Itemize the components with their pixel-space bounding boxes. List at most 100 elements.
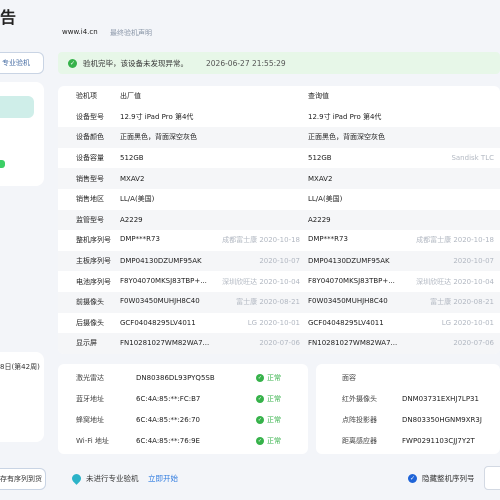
action-button[interactable] (484, 466, 500, 490)
factory-cell: 12.9寸 iPad Pro 第4代 (118, 107, 306, 128)
query-cell: 512GB Sandisk TLC (306, 148, 500, 169)
query-cell: FN10281027WM82WA7... 2020-07-06 (306, 333, 500, 354)
factory-cell: LL/A(美国) (118, 189, 306, 210)
table-row: 前摄像头 F0W03450MUHJH8C40 富士康 2020-08-21 F0W03… (58, 291, 500, 313)
factory-cell: F0W03450MUHJH8C40 富士康 2020-08-21 (118, 291, 306, 313)
table-row: 设备颜色 正面黑色，背面深空灰色 正面黑色，背面深空灰色 (58, 127, 500, 148)
header-query: 查询值 (308, 92, 329, 101)
query-cell-value: F8Y04070MKSJ83TBP+... (308, 276, 395, 285)
table-row: 监管型号 A2229 A2229 (58, 209, 500, 231)
pro-check-button[interactable]: 专业验机 (0, 52, 44, 74)
query-cell: F0W03450MUHJH8C40 富士康 2020-08-21 (306, 291, 500, 313)
row-label: 主板序列号 (58, 250, 118, 272)
sidebar-title: 告 (0, 8, 17, 27)
query-cell: 正面黑色，背面深空灰色 (306, 127, 500, 148)
query-cell: 12.9寸 iPad Pro 第4代 (306, 107, 500, 128)
factory-cell-note: 深圳欣旺达 2020-10-04 (222, 277, 300, 286)
query-cell-value: F0W03450MUHJH8C40 (308, 297, 388, 306)
query-cell-value: 正面黑色，背面深空灰色 (308, 133, 385, 142)
factory-cell: DMP***R73 成都富士康 2020-10-18 (118, 230, 306, 251)
row-label-value: 前摄像头 (76, 298, 104, 307)
statement-link[interactable]: 最终验机声明 (110, 28, 152, 38)
faceid-row-label: 红外摄像头 (342, 395, 377, 403)
location-pin-icon (70, 472, 83, 485)
query-cell: F8Y04070MKSJ83TBP+... 深圳欣旺达 2020-10-04 (306, 271, 500, 292)
row-label-value: 设备颜色 (76, 133, 104, 142)
network-row-value: 6C:4A:85:**:76:9E (136, 437, 200, 445)
factory-cell-value: GCF04048295LV4011 (120, 318, 196, 327)
header-factory: 出厂值 (120, 92, 141, 101)
banner-timestamp: 2026-06-27 21:55:29 (206, 58, 286, 68)
query-cell-note: 深圳欣旺达 2020-10-04 (416, 277, 494, 286)
query-cell-value: DMP***R73 (308, 235, 348, 244)
table-row: 销售型号 MXAV2 MXAV2 (58, 168, 500, 189)
comparison-table: 验机项 出厂值 查询值 设备型号 12.9寸 iPad Pro 第4代 12.9寸 … (58, 86, 500, 354)
sidebar-card (0, 82, 44, 186)
factory-cell: FN10281027WM82WA7... 2020-07-06 (118, 333, 306, 354)
row-label: 销售地区 (58, 189, 118, 210)
check-circle-icon: ✓ (256, 437, 264, 445)
row-label: 显示屏 (58, 333, 118, 354)
query-cell-note: 富士康 2020-08-21 (430, 298, 494, 307)
comparison-card: 验机项 出厂值 查询值 设备型号 12.9寸 iPad Pro 第4代 12.9寸 … (58, 86, 500, 354)
row-label: 销售型号 (58, 168, 118, 189)
status-normal-badge: ✓ 正常 (256, 410, 281, 430)
factory-cell: 512GB (118, 148, 306, 169)
table-row: 电池序列号 F8Y04070MKSJ83TBP+... 深圳欣旺达 2020-10-… (58, 271, 500, 292)
factory-cell-note: 2020-07-06 (259, 339, 300, 348)
table-row: 设备容量 512GB 512GB Sandisk TLC (58, 148, 500, 169)
row-label: 整机序列号 (58, 230, 118, 251)
query-cell-note: LG 2020-10-01 (441, 318, 494, 327)
row-label: 后摄像头 (58, 313, 118, 334)
hide-serial-label[interactable]: 隐藏整机序列号 (422, 473, 475, 484)
factory-cell-note: 2020-10-07 (259, 257, 300, 266)
factory-cell-value: DMP04130DZUMF95AK (120, 257, 202, 266)
footer-bar: 未进行专业验机 立即开始 ✓ 隐藏整机序列号 (52, 462, 500, 500)
row-label: 监管型号 (58, 209, 118, 231)
table-row: 主板序列号 DMP04130DZUMF95AK 2020-10-07 DMP04130… (58, 250, 500, 272)
factory-cell-value: A2229 (120, 215, 143, 224)
query-cell-value: LL/A(美国) (308, 195, 343, 204)
query-cell-note: 2020-07-06 (453, 339, 494, 348)
network-row-value: 6C:4A:85:**:FC:B7 (136, 395, 201, 403)
query-cell: A2229 (306, 209, 500, 231)
network-row-value: DN80386DL93PYQ5SB (136, 374, 215, 382)
query-cell-value: A2229 (308, 215, 331, 224)
network-row-label: 激光雷达 (76, 374, 104, 382)
faceid-card: 面容 红外摄像头 DNM03731EXHJ7LP31 点阵投影器 DN803350HGN… (316, 364, 500, 454)
query-cell-value: 12.9寸 iPad Pro 第4代 (308, 112, 382, 121)
row-label: 设备容量 (58, 148, 118, 169)
query-cell-value: GCF04048295LV4011 (308, 318, 384, 327)
hide-serial-checkbox[interactable]: ✓ (408, 474, 417, 483)
factory-cell-note: 成都富士康 2020-10-18 (222, 236, 300, 245)
network-card: 激光雷达 DN80386DL93PYQ5SB ✓ 正常 蓝牙地址 6C:4A:85:**:… (58, 364, 308, 454)
sidebar: 告 专业验机 8日(第42周) 存有序列到货 (0, 0, 52, 500)
row-label-value: 监管型号 (76, 215, 104, 224)
row-label-value: 后摄像头 (76, 318, 104, 327)
main-panel: www.i4.cn 最终验机声明 ✓ 验机完毕，该设备未发现异常。 2026-0… (52, 0, 500, 500)
query-cell-value: MXAV2 (308, 174, 333, 183)
faceid-row-label: 面容 (342, 374, 356, 382)
faceid-row-value: FWP0291103CJJ7Y2T (402, 437, 475, 445)
status-normal-badge: ✓ 正常 (256, 368, 281, 388)
table-row: 整机序列号 DMP***R73 成都富士康 2020-10-18 DMP***R73 成… (58, 230, 500, 251)
factory-cell: MXAV2 (118, 168, 306, 189)
row-label: 电池序列号 (58, 271, 118, 292)
query-cell: GCF04048295LV4011 LG 2020-10-01 (306, 313, 500, 334)
factory-cell-value: F8Y04070MKSJ83TBP+... (120, 276, 207, 285)
row-label-value: 设备型号 (76, 112, 104, 121)
status-text: 正常 (267, 437, 281, 445)
faceid-row-label: 点阵投影器 (342, 416, 377, 424)
query-cell-note: 2020-10-07 (453, 257, 494, 266)
result-banner: ✓ 验机完毕，该设备未发现异常。 2026-06-27 21:55:29 (58, 52, 500, 74)
table-header-row: 验机项 出厂值 查询值 (58, 86, 500, 107)
faceid-row-label: 距离感应器 (342, 437, 377, 445)
status-indicator (0, 160, 5, 168)
check-circle-icon: ✓ (256, 395, 264, 403)
start-now-link[interactable]: 立即开始 (148, 473, 178, 484)
save-button[interactable]: 存有序列到货 (0, 468, 46, 490)
factory-cell: F8Y04070MKSJ83TBP+... 深圳欣旺达 2020-10-04 (118, 271, 306, 292)
row-label: 设备颜色 (58, 127, 118, 148)
status-normal-badge: ✓ 正常 (256, 431, 281, 451)
table-row: 显示屏 FN10281027WM82WA7... 2020-07-06 FN10281… (58, 333, 500, 354)
